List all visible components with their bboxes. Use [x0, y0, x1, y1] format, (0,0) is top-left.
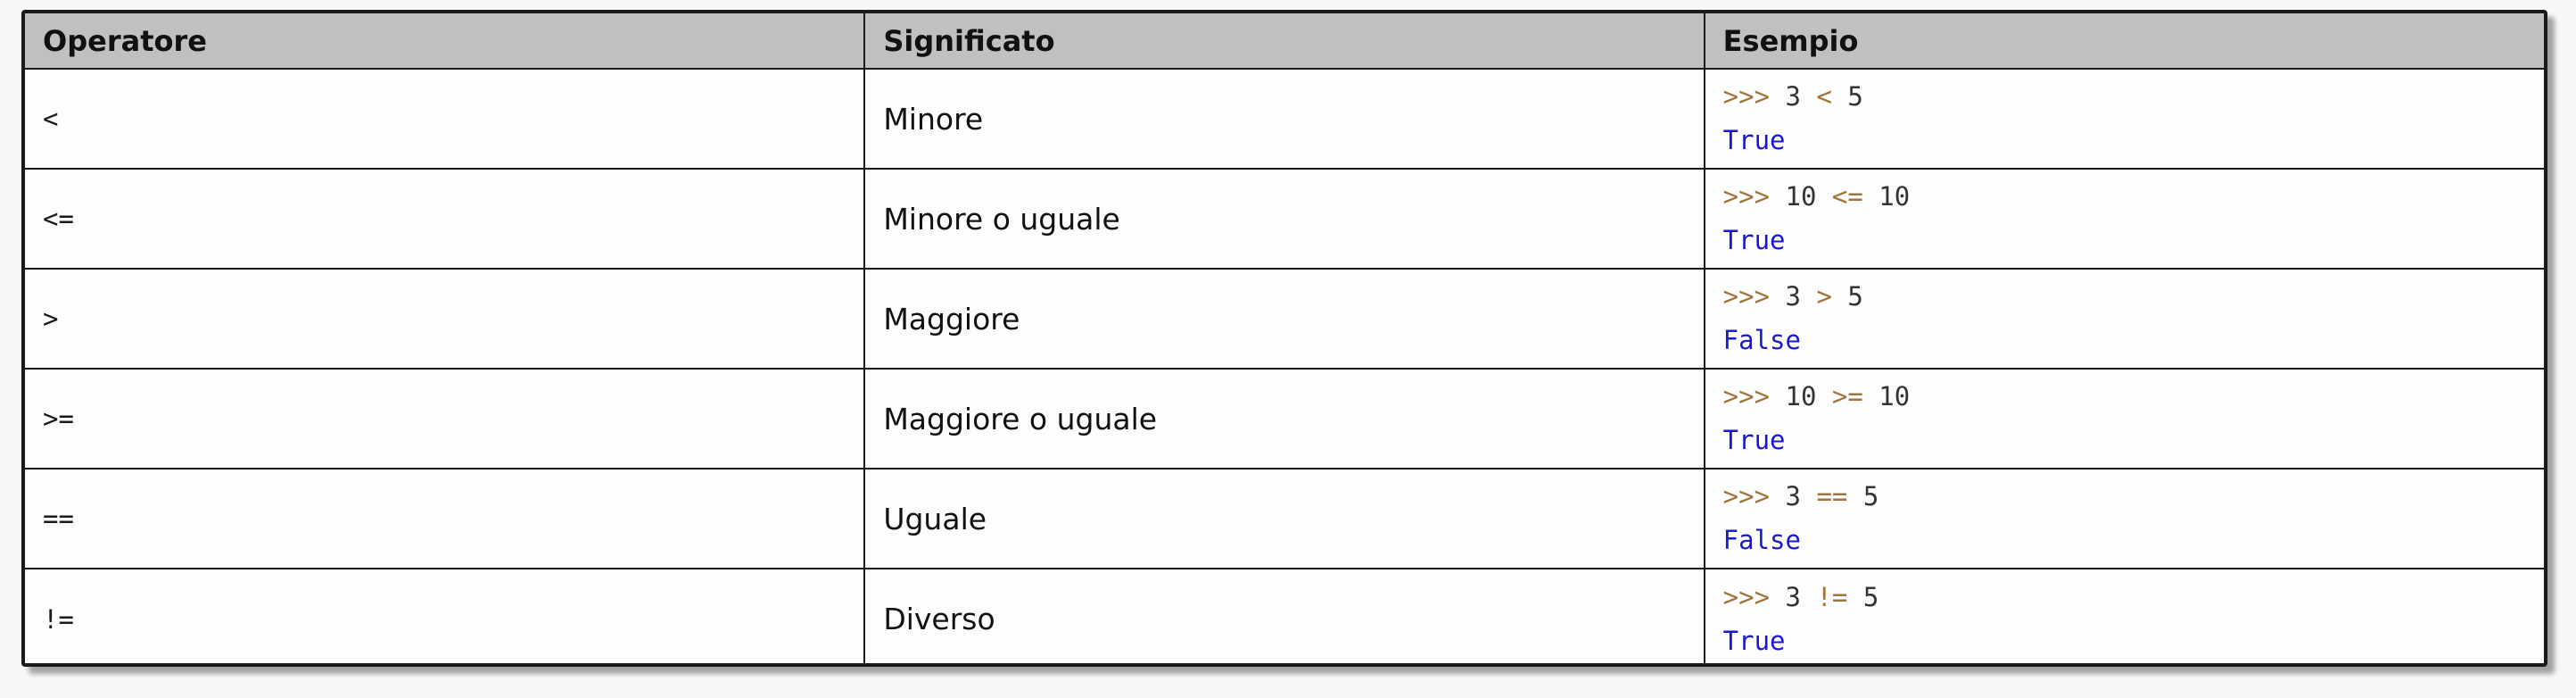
right-operand: 5: [1862, 481, 1879, 511]
example-result: True: [1722, 425, 1786, 455]
table-row: == Uguale >>> 3 == 5 False: [25, 468, 2544, 569]
table-row: <= Minore o uguale >>> 10 <= 10 True: [25, 168, 2544, 270]
right-operand: 5: [1847, 281, 1863, 312]
operator-symbol: ==: [1816, 481, 1848, 511]
example-input-line: >>> 10 >= 10: [1723, 375, 2526, 419]
operator-symbol: >=: [1831, 381, 1863, 411]
operator-symbol: <: [1816, 81, 1832, 112]
example-result: False: [1722, 325, 1801, 355]
table-row: != Diverso >>> 3 != 5 True: [25, 568, 2544, 663]
left-operand: 10: [1785, 181, 1817, 212]
header-significato: Significato: [863, 13, 1705, 70]
operator-cell: !=: [25, 568, 866, 663]
meaning-cell: Maggiore: [863, 268, 1705, 370]
right-operand: 10: [1878, 381, 1911, 411]
example-input-line: >>> 3 > 5: [1723, 275, 2526, 319]
operator-symbol: <=: [1831, 181, 1863, 212]
example-cell: >>> 10 >= 10 True: [1703, 368, 2544, 469]
example-result: True: [1722, 125, 1786, 155]
prompt-symbol: >>>: [1722, 581, 1771, 612]
right-operand: 5: [1847, 81, 1863, 112]
example-cell: >>> 10 <= 10 True: [1703, 168, 2544, 270]
table-row: >= Maggiore o uguale >>> 10 >= 10 True: [25, 368, 2544, 469]
prompt-symbol: >>>: [1722, 381, 1771, 411]
meaning-cell: Minore o uguale: [863, 168, 1705, 270]
prompt-symbol: >>>: [1722, 81, 1771, 112]
example-result: False: [1722, 525, 1801, 555]
example-input-line: >>> 3 != 5: [1723, 576, 2526, 619]
operator-symbol: !=: [1816, 581, 1848, 612]
prompt-symbol: >>>: [1722, 481, 1771, 511]
right-operand: 5: [1862, 581, 1879, 612]
operator-symbol: >: [1816, 281, 1832, 312]
left-operand: 3: [1785, 81, 1801, 112]
left-operand: 10: [1785, 381, 1817, 411]
example-cell: >>> 3 != 5 True: [1703, 568, 2544, 663]
right-operand: 10: [1878, 181, 1911, 212]
meaning-cell: Diverso: [863, 568, 1705, 663]
header-esempio: Esempio: [1703, 13, 2544, 70]
example-cell: >>> 3 > 5 False: [1703, 268, 2544, 370]
meaning-cell: Maggiore o uguale: [863, 368, 1705, 469]
comparison-operators-table-container: Operatore Significato Esempio < Minore >…: [21, 10, 2547, 667]
example-cell: >>> 3 == 5 False: [1703, 468, 2544, 569]
header-operatore: Operatore: [25, 13, 866, 70]
prompt-symbol: >>>: [1722, 181, 1771, 212]
example-result: True: [1722, 625, 1786, 656]
comparison-operators-table: Operatore Significato Esempio < Minore >…: [25, 13, 2544, 663]
operator-cell: >=: [25, 368, 866, 469]
table-row: > Maggiore >>> 3 > 5 False: [25, 268, 2544, 370]
meaning-cell: Uguale: [863, 468, 1705, 569]
example-cell: >>> 3 < 5 True: [1703, 68, 2544, 170]
table-row: < Minore >>> 3 < 5 True: [25, 68, 2544, 170]
prompt-symbol: >>>: [1722, 281, 1771, 312]
example-result: True: [1722, 225, 1786, 255]
operator-cell: >: [25, 268, 866, 370]
table-header-row: Operatore Significato Esempio: [25, 13, 2544, 70]
meaning-cell: Minore: [863, 68, 1705, 170]
operator-cell: <=: [25, 168, 866, 270]
left-operand: 3: [1785, 581, 1801, 612]
operator-cell: ==: [25, 468, 866, 569]
example-input-line: >>> 10 <= 10: [1723, 175, 2526, 219]
left-operand: 3: [1785, 481, 1801, 511]
example-input-line: >>> 3 == 5: [1723, 475, 2526, 519]
operator-cell: <: [25, 68, 866, 170]
left-operand: 3: [1785, 281, 1801, 312]
example-input-line: >>> 3 < 5: [1723, 75, 2526, 119]
